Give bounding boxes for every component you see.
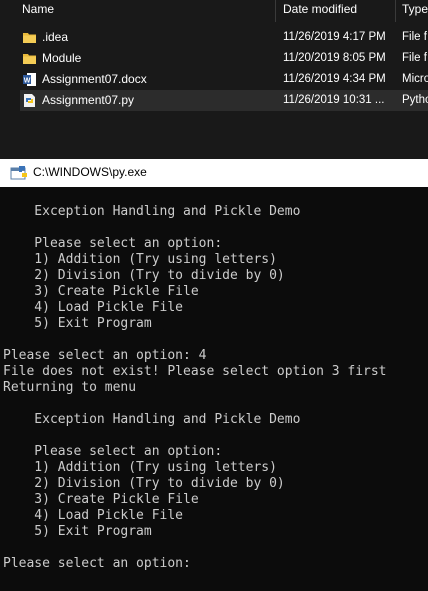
file-type: Micro	[402, 73, 428, 85]
file-type: File f	[402, 31, 427, 43]
folder-icon	[23, 54, 36, 64]
console-line: 1) Addition (Try using letters)	[3, 460, 277, 475]
column-header-date-modified[interactable]: Date modified	[283, 0, 357, 22]
column-header-type[interactable]: Type	[402, 0, 428, 22]
column-header-name[interactable]: Name	[22, 0, 54, 22]
file-explorer-pane: Name Date modified Type .idea 11/26/2019…	[0, 0, 428, 159]
file-row-idea[interactable]: .idea 11/26/2019 4:17 PM File f	[20, 27, 428, 48]
file-date-modified: 11/26/2019 4:17 PM	[283, 31, 386, 43]
file-row-assignment-docx[interactable]: W Assignment07.docx 11/26/2019 4:34 PM M…	[20, 69, 428, 90]
console-output[interactable]: Exception Handling and Pickle Demo Pleas…	[0, 187, 428, 591]
file-date-modified: 11/20/2019 8:05 PM	[283, 52, 386, 64]
file-date-modified: 11/26/2019 4:34 PM	[283, 73, 386, 85]
console-line: 5) Exit Program	[3, 524, 152, 539]
column-headers: Name Date modified Type	[0, 0, 428, 22]
console-line: Please select an option:	[3, 444, 223, 459]
file-name: Module	[42, 51, 82, 65]
console-prompt-line[interactable]: Please select an option:	[3, 556, 191, 572]
file-name: .idea	[42, 30, 69, 44]
console-line: Please select an option: 4	[3, 348, 207, 363]
console-window-title: C:\WINDOWS\py.exe	[33, 165, 147, 179]
console-line: Please select an option:	[3, 236, 223, 251]
console-line: 4) Load Pickle File	[3, 300, 184, 315]
console-line: 3) Create Pickle File	[3, 492, 199, 507]
console-line: 5) Exit Program	[3, 316, 152, 331]
column-divider[interactable]	[395, 0, 396, 22]
console-line: 4) Load Pickle File	[3, 508, 184, 523]
python-file-icon	[24, 94, 35, 107]
column-divider[interactable]	[275, 0, 276, 22]
file-date-modified: 11/26/2019 10:31 ...	[283, 94, 385, 106]
console-title-bar[interactable]: C:\WINDOWS\py.exe	[0, 159, 428, 187]
folder-icon	[23, 33, 36, 43]
file-name: Assignment07.py	[42, 93, 135, 107]
console-line: 3) Create Pickle File	[3, 284, 199, 299]
console-line: 2) Division (Try to divide by 0)	[3, 476, 285, 491]
word-document-icon: W	[23, 73, 36, 86]
console-line: Exception Handling and Pickle Demo	[3, 412, 301, 427]
console-line: Exception Handling and Pickle Demo	[3, 204, 301, 219]
file-name: Assignment07.docx	[42, 72, 147, 86]
svg-text:W: W	[24, 78, 31, 85]
console-line: 2) Division (Try to divide by 0)	[3, 268, 285, 283]
console-line: File does not exist! Please select optio…	[3, 364, 387, 379]
python-launcher-icon	[10, 166, 27, 180]
console-line: 1) Addition (Try using letters)	[3, 252, 277, 267]
console-line: Returning to menu	[3, 380, 137, 395]
file-type: Pytho	[402, 94, 428, 106]
file-type: File f	[402, 52, 427, 64]
file-row-assignment-py[interactable]: Assignment07.py 11/26/2019 10:31 ... Pyt…	[20, 90, 428, 111]
file-row-module[interactable]: Module 11/20/2019 8:05 PM File f	[20, 48, 428, 69]
